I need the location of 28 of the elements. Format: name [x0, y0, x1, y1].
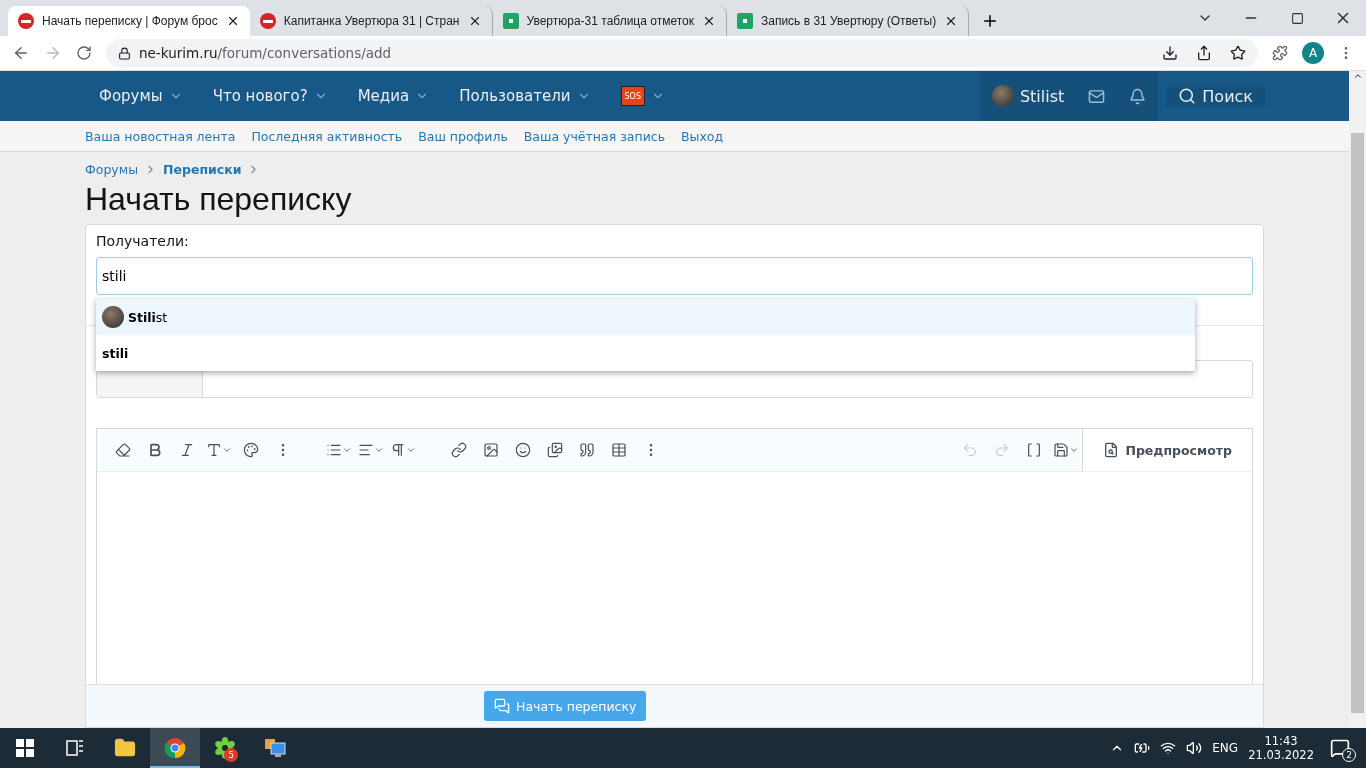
- taskbar-app[interactable]: 5: [200, 728, 250, 768]
- nav-menu[interactable]: Медиа: [342, 87, 445, 105]
- account-link[interactable]: Последняя активность: [251, 128, 403, 144]
- language-indicator[interactable]: ENG: [1212, 741, 1239, 755]
- account-link[interactable]: Ваша новостная лента: [85, 128, 236, 144]
- suggestion-item[interactable]: stili: [96, 335, 1195, 371]
- address-field[interactable]: ne-kurim.ru/forum/conversations/add: [106, 39, 1258, 67]
- search-button[interactable]: Поиск: [1166, 86, 1265, 106]
- nav-menu[interactable]: Пользователи: [444, 87, 606, 105]
- browser-tab[interactable]: Начать переписку | Форум брос: [8, 6, 250, 36]
- suggestion-item[interactable]: Stilist: [96, 299, 1195, 335]
- nav-menu[interactable]: SOS: [605, 86, 680, 106]
- account-link[interactable]: Выход: [681, 128, 724, 144]
- nav-menu[interactable]: Что нового?: [197, 87, 343, 105]
- count-badge: 5: [224, 748, 238, 762]
- page-title: Начать переписку: [85, 181, 353, 218]
- clock[interactable]: 11:43 21.03.2022: [1248, 734, 1314, 762]
- profile-avatar[interactable]: A: [1302, 42, 1324, 64]
- preview-button[interactable]: Предпросмотр: [1082, 429, 1252, 471]
- nav-menu[interactable]: Форумы: [84, 87, 198, 105]
- breadcrumb-link[interactable]: Переписки: [163, 162, 242, 177]
- account-link[interactable]: Ваш профиль: [418, 128, 508, 144]
- editor-area[interactable]: Предпросмотр: [96, 428, 1253, 684]
- sos-icon: SOS: [620, 86, 645, 106]
- breadcrumb-link[interactable]: Форумы: [85, 162, 139, 177]
- account-link[interactable]: Ваша учётная запись: [523, 128, 665, 144]
- recipients-field[interactable]: stili: [96, 257, 1253, 295]
- recipients-label: Получатели:: [96, 233, 190, 249]
